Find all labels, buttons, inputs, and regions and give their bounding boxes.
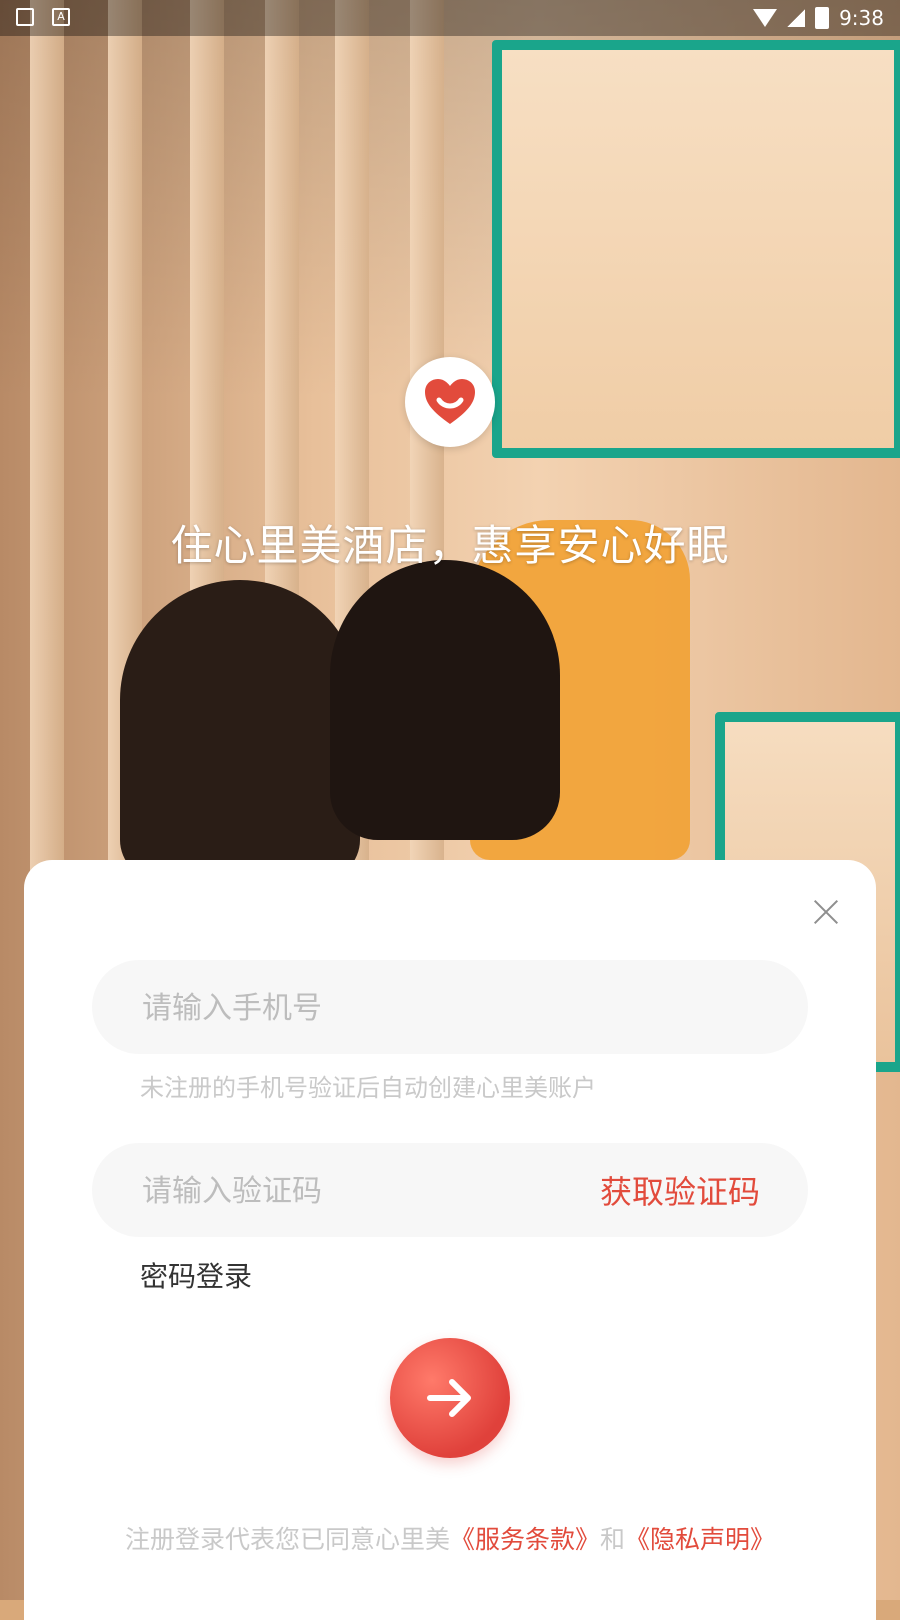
person-left (120, 580, 360, 880)
phone-field (92, 960, 808, 1056)
person-right (330, 560, 560, 840)
code-field: 获取验证码 (92, 1143, 808, 1239)
privacy-policy-link[interactable]: 《隐私声明》 (625, 1525, 775, 1554)
signal-icon (787, 9, 806, 27)
submit-button[interactable] (390, 1338, 510, 1458)
service-terms-link[interactable]: 《服务条款》 (450, 1525, 600, 1554)
keyboard-icon: A (52, 8, 70, 26)
wifi-icon (753, 9, 778, 27)
terms-middle: 和 (600, 1525, 626, 1554)
verification-code-input[interactable] (140, 1143, 564, 1239)
slogan: 住心里美酒店，惠享安心好眠 (170, 521, 730, 570)
terms-prefix: 注册登录代表您已同意心里美 (124, 1525, 450, 1554)
teal-shelf (492, 40, 900, 458)
get-code-button[interactable]: 获取验证码 (600, 1167, 760, 1213)
heart-logo (405, 357, 495, 447)
status-bar: A 9:38 (0, 0, 900, 36)
status-time: 9:38 (839, 6, 884, 30)
terms-text: 注册登录代表您已同意心里美《服务条款》和《隐私声明》 (24, 1520, 876, 1556)
heart-logo-icon (425, 379, 475, 424)
battery-icon (815, 7, 830, 29)
password-login-link[interactable]: 密码登录 (140, 1255, 252, 1295)
phone-hint: 未注册的手机号验证后自动创建心里美账户 (140, 1074, 596, 1102)
notification-icon (16, 8, 34, 26)
login-card: 未注册的手机号验证后自动创建心里美账户 获取验证码 密码登录 注册登录代表您已同… (24, 860, 876, 1620)
arrow-right-icon (427, 1379, 471, 1417)
phone-input[interactable] (140, 960, 564, 1056)
close-icon[interactable] (812, 898, 840, 926)
